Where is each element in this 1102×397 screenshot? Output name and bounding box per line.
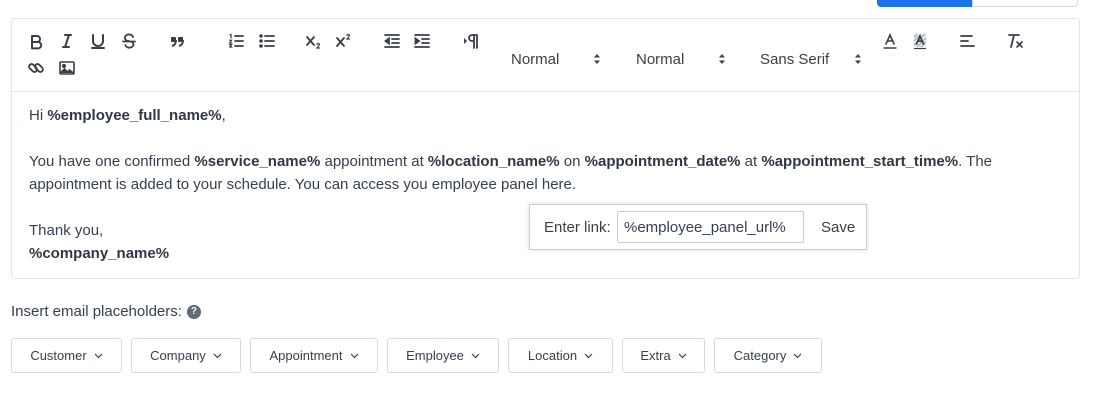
header-select[interactable]: Normal (500, 48, 608, 70)
text-direction-button[interactable] (458, 30, 482, 52)
employee-name-placeholder: %employee_full_name% (47, 107, 222, 124)
select-arrows-icon (718, 52, 726, 66)
superscript-icon (336, 33, 351, 47)
font-select-value: Sans Serif (760, 50, 830, 68)
top-tab-bar (877, 0, 1078, 7)
employee-placeholder-button[interactable]: Employee (387, 338, 499, 373)
body-paragraph: You have one confirmed %service_name% ap… (29, 153, 993, 193)
company-name-placeholder: %company_name% (29, 245, 170, 262)
extra-placeholder-button[interactable]: Extra (622, 338, 705, 373)
category-placeholder-button[interactable]: Category (714, 338, 822, 373)
bold-button[interactable] (24, 30, 48, 52)
subscript-button[interactable] (302, 30, 326, 52)
background-color-icon (913, 33, 927, 50)
clear-format-button[interactable] (1003, 30, 1027, 52)
ordered-list-button[interactable] (224, 30, 248, 52)
location-placeholder-button[interactable]: Location (508, 338, 613, 373)
editor-toolbar: Normal Normal Sans Serif (12, 19, 1079, 92)
align-left-icon (960, 35, 975, 47)
size-select[interactable]: Normal (624, 48, 732, 70)
link-label: Enter link: (544, 219, 611, 236)
chevron-down-icon (213, 353, 222, 359)
select-arrows-icon (854, 52, 862, 66)
link-tooltip: Enter link: Save (529, 204, 867, 250)
chevron-down-icon (793, 353, 802, 359)
select-arrows-icon (593, 52, 601, 66)
link-save-button[interactable]: Save (821, 219, 855, 236)
chevron-down-icon (350, 353, 359, 359)
greeting-line: Hi %employee_full_name%, (29, 107, 226, 124)
company-placeholder-button[interactable]: Company (131, 338, 241, 373)
location-name-placeholder: %location_name% (427, 153, 560, 170)
align-button[interactable] (955, 30, 979, 52)
blockquote-icon (171, 37, 184, 47)
underline-button[interactable] (86, 30, 110, 52)
font-select[interactable]: Sans Serif (748, 48, 866, 70)
underline-icon (91, 34, 105, 49)
header-select-value: Normal (511, 50, 560, 68)
bullet-list-icon (259, 34, 275, 48)
chevron-down-icon (471, 353, 480, 359)
link-url-input[interactable] (617, 211, 804, 243)
blockquote-button[interactable] (165, 30, 189, 52)
indent-button[interactable] (410, 30, 434, 52)
image-button[interactable] (55, 57, 79, 79)
chevron-down-icon (94, 353, 103, 359)
appointment-start-time-placeholder: %appointment_start_time% (761, 153, 959, 170)
image-icon (59, 61, 75, 75)
background-color-button[interactable] (908, 30, 932, 52)
placeholders-label: Insert email placeholders: (11, 303, 182, 320)
placeholders-label-row: Insert email placeholders: ? (11, 303, 201, 320)
strikethrough-icon (122, 33, 136, 49)
outdent-button[interactable] (380, 30, 404, 52)
indent-icon (414, 34, 430, 48)
ordered-list-icon (228, 33, 244, 48)
help-icon[interactable]: ? (186, 304, 201, 319)
appointment-placeholder-button[interactable]: Appointment (250, 338, 378, 373)
link-icon (28, 63, 44, 73)
clear-format-icon (1008, 34, 1023, 48)
subscript-icon (306, 36, 321, 49)
text-color-icon (883, 33, 897, 49)
service-name-placeholder: %service_name% (194, 153, 321, 170)
superscript-button[interactable] (332, 30, 356, 52)
strike-button[interactable] (117, 30, 141, 52)
bold-icon (31, 35, 43, 50)
chevron-down-icon (584, 353, 593, 359)
link-button[interactable] (24, 57, 48, 79)
text-color-button[interactable] (878, 30, 902, 52)
chevron-down-icon (678, 353, 687, 359)
top-tab-active[interactable] (877, 0, 972, 7)
bullet-list-button[interactable] (255, 30, 279, 52)
italic-icon (62, 34, 72, 48)
text-direction-icon (464, 34, 478, 49)
top-tab-inactive[interactable] (972, 0, 1078, 7)
appointment-date-placeholder: %appointment_date% (584, 153, 741, 170)
size-select-value: Normal (636, 50, 685, 68)
customer-placeholder-button[interactable]: Customer (11, 338, 122, 373)
italic-button[interactable] (55, 30, 79, 52)
outdent-icon (383, 34, 400, 48)
